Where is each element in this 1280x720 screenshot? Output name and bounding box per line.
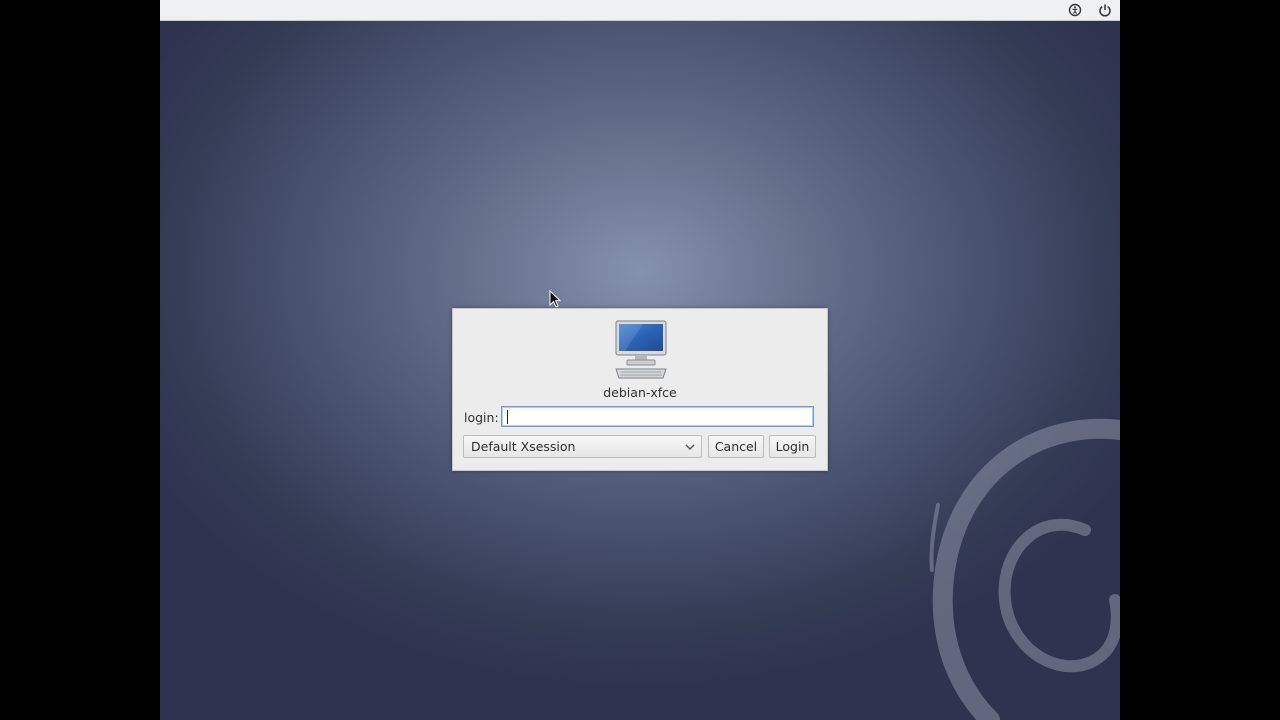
- top-panel: [160, 0, 1120, 21]
- login-button[interactable]: Login: [769, 435, 816, 458]
- session-select[interactable]: Default Xsession: [463, 435, 702, 458]
- power-icon[interactable]: [1097, 2, 1113, 18]
- hostname-label: debian-xfce: [603, 385, 677, 400]
- login-input[interactable]: [501, 406, 814, 427]
- login-dialog: debian-xfce login: Default Xsession Canc…: [452, 308, 828, 471]
- session-select-value: Default Xsession: [471, 439, 576, 454]
- debian-swirl-logo: [929, 418, 1120, 720]
- computer-icon: [615, 320, 667, 379]
- text-caret: [507, 410, 508, 424]
- mouse-cursor-icon: [549, 290, 561, 308]
- accessibility-icon[interactable]: [1067, 2, 1083, 18]
- login-label: login:: [464, 410, 499, 425]
- login-screen: debian-xfce login: Default Xsession Canc…: [160, 0, 1120, 720]
- chevron-down-icon: [685, 444, 695, 450]
- cancel-button[interactable]: Cancel: [708, 435, 764, 458]
